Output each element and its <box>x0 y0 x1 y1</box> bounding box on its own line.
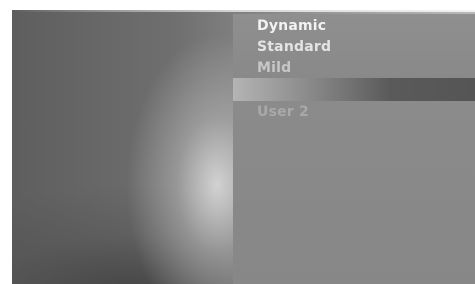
picture-mode-menu: Dynamic Standard Mild User 2 <box>233 14 475 284</box>
menu-item-highlighted[interactable] <box>233 78 475 101</box>
screen-top-edge <box>12 10 475 12</box>
menu-item-dynamic[interactable]: Dynamic <box>257 17 326 35</box>
menu-item-standard[interactable]: Standard <box>257 38 331 56</box>
menu-lower-section <box>233 101 475 284</box>
menu-item-user-2[interactable]: User 2 <box>257 103 309 121</box>
menu-item-mild[interactable]: Mild <box>257 59 291 77</box>
tv-screen: Dynamic Standard Mild User 2 <box>12 10 475 284</box>
